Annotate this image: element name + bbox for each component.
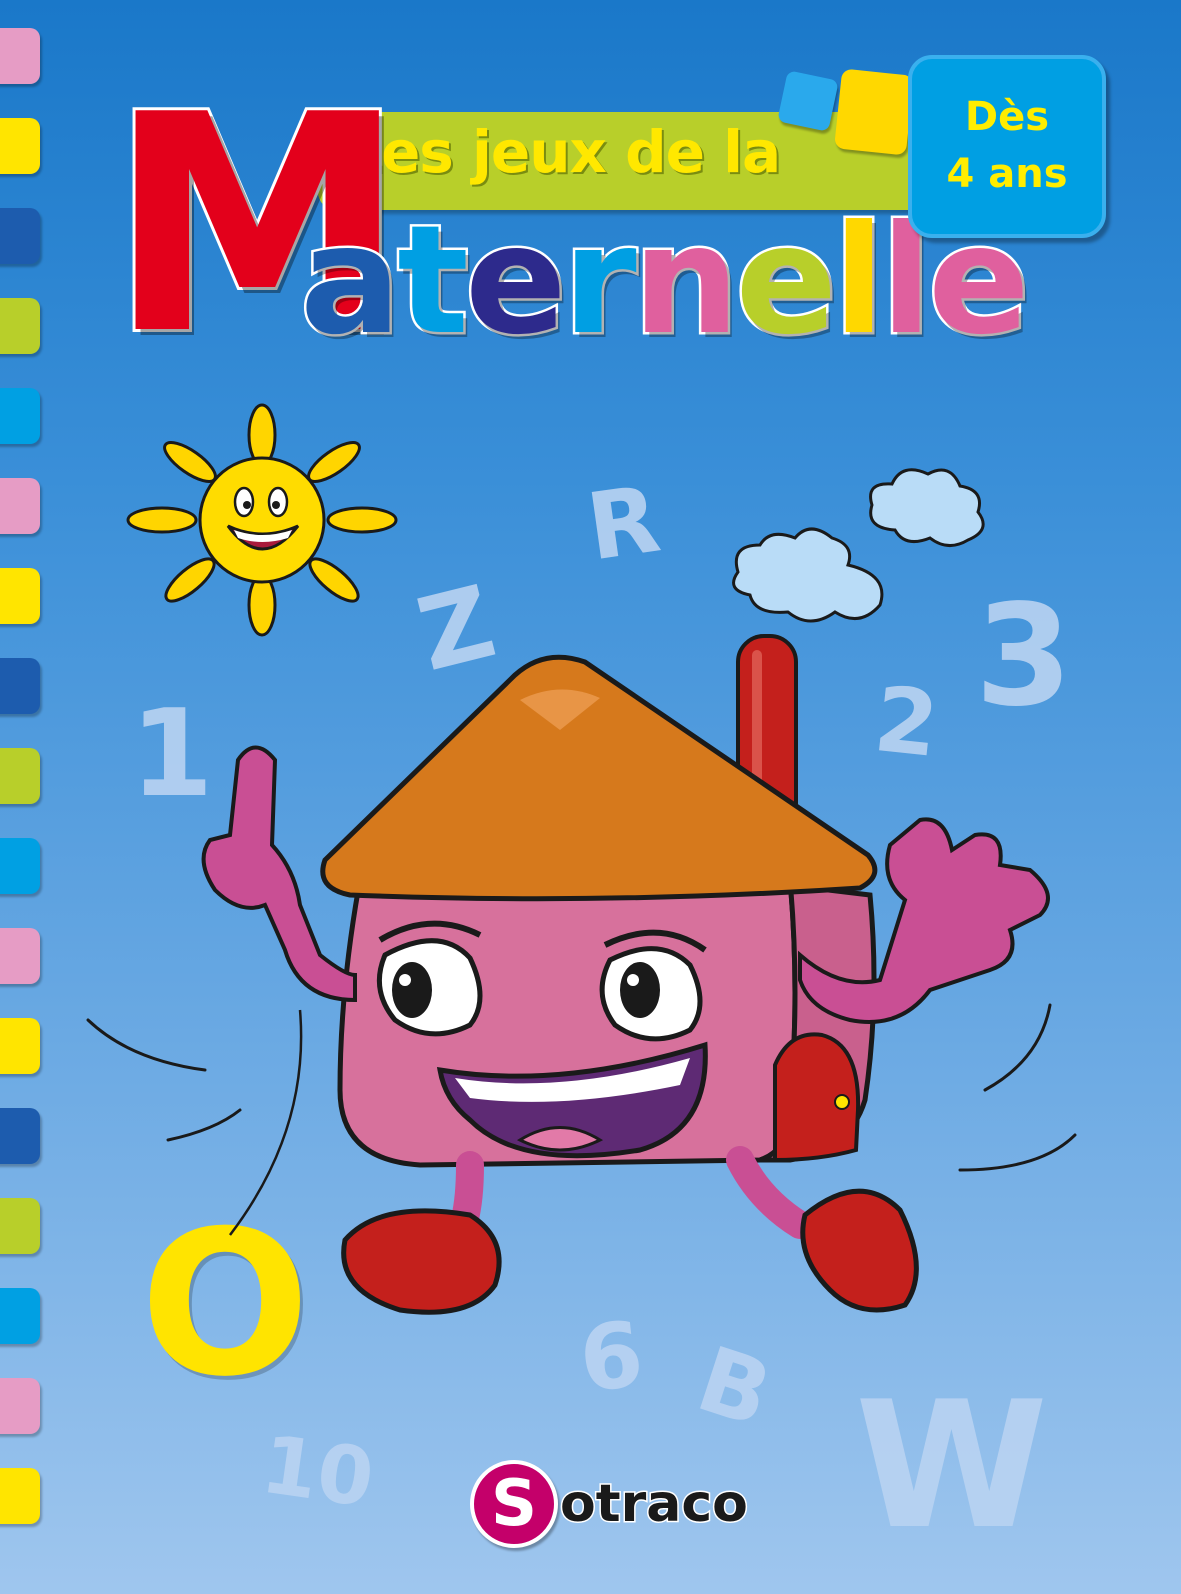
publisher-logo: S otraco [470,1460,750,1548]
title-letter: a [297,194,403,368]
publisher-logo-letter: S [470,1460,558,1548]
sun-icon [126,403,398,637]
age-badge-line1: Dès [964,94,1050,140]
age-badge: Dès 4 ans [908,55,1106,238]
badge-deco-yellow [834,68,914,156]
book-cover: R Z 3 1 2 6 B 10 W O Les jeux de la M a … [0,0,1181,1594]
title-letter: n [630,194,742,368]
title-letter: t [395,194,472,368]
title-letter: r [560,194,639,368]
publisher-name: otraco [559,1473,750,1536]
title-letter: l [831,194,888,368]
right-shoe [800,1188,919,1313]
age-badge-line2: 4 ans [946,151,1068,197]
title-line1: Les jeux de la [345,118,781,186]
cloud-icon [732,468,985,623]
badge-deco-blue [777,70,839,132]
title-letter: e [462,194,569,368]
left-shoe [341,1208,502,1315]
title-letter: e [733,194,840,368]
